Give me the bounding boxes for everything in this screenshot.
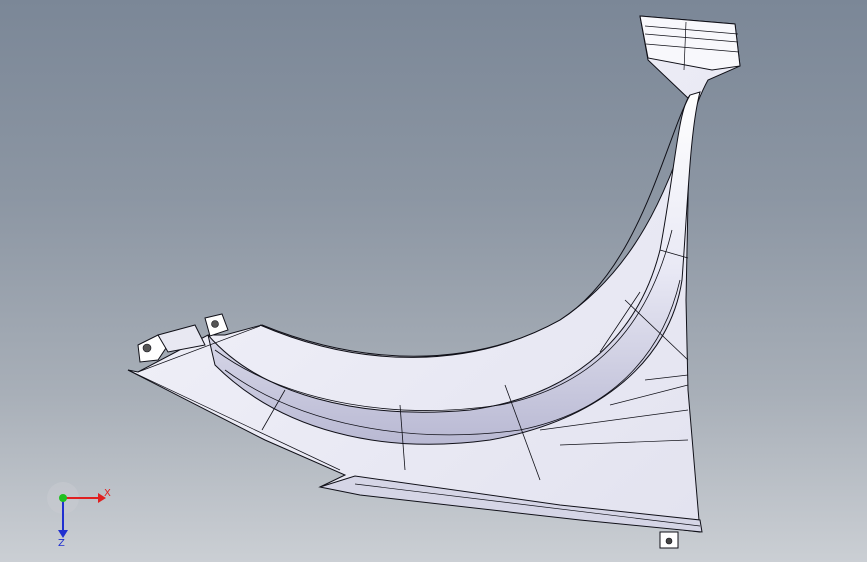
x-axis-label: X xyxy=(104,488,111,499)
bracket-hole xyxy=(211,320,219,328)
bracket-hole xyxy=(665,537,673,545)
z-axis-label: Z xyxy=(58,538,65,548)
bracket-hole xyxy=(142,343,152,353)
graphics-viewport[interactable]: X Z xyxy=(0,0,867,562)
reference-triad-icon: X Z xyxy=(47,482,111,548)
fender-body[interactable] xyxy=(127,15,741,533)
fender-model[interactable] xyxy=(0,0,867,562)
